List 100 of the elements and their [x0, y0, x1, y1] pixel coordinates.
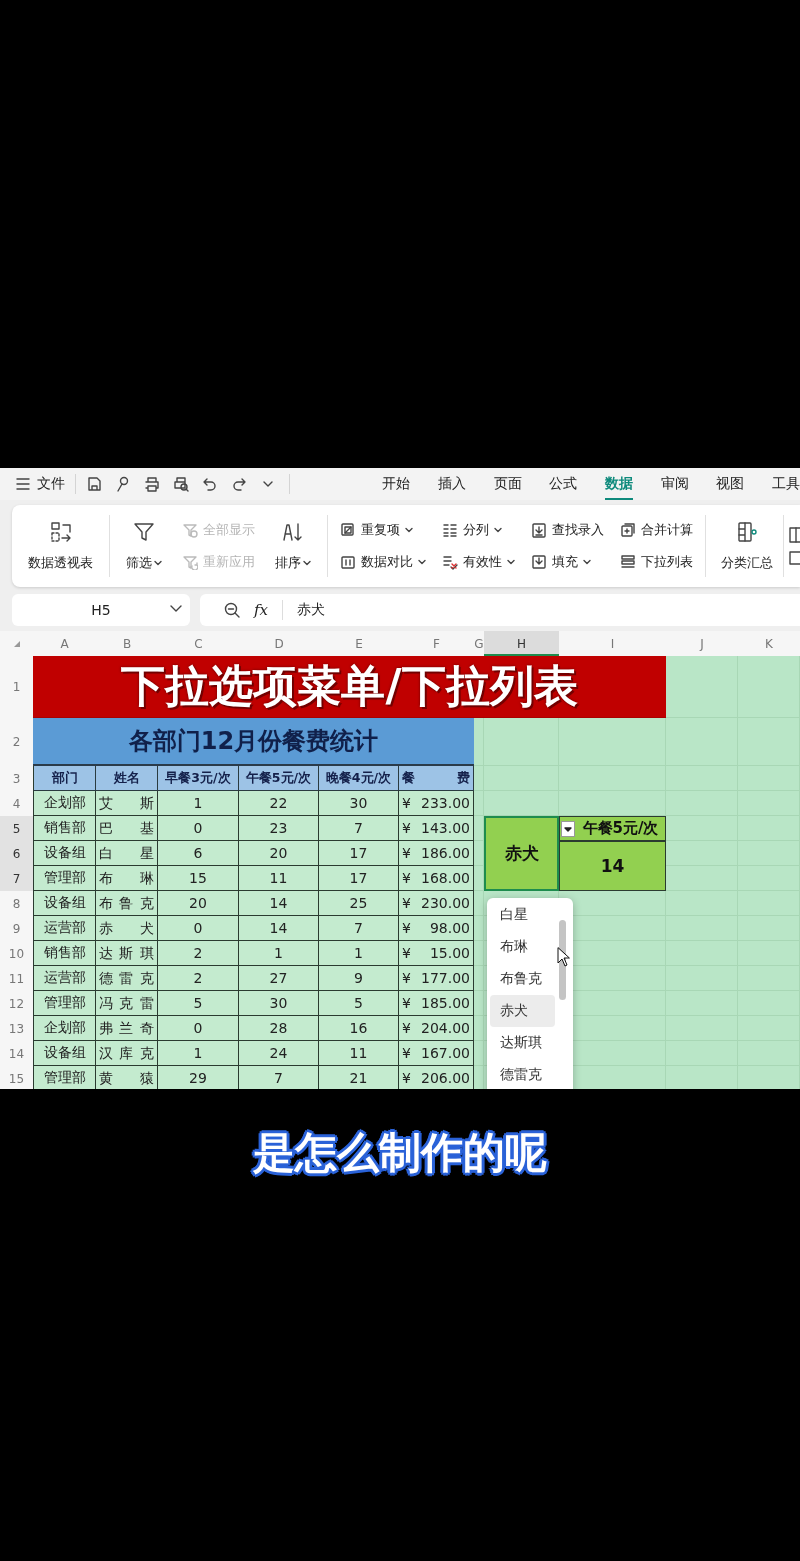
table-cell: 赤 犬 — [96, 916, 158, 941]
ribbon-button[interactable]: 分类汇总 — [713, 520, 782, 572]
table-cell: 达 斯 琪 — [96, 941, 158, 966]
ribbon-button[interactable]: 排序 — [266, 520, 319, 572]
ribbon-button[interactable]: 分列 — [437, 519, 519, 541]
table-cell: 德 雷 克 — [96, 966, 158, 991]
dropdown-option[interactable]: 达斯琪 — [490, 1027, 555, 1059]
column-heading: 午餐5元/次 — [239, 766, 319, 791]
ribbon-button[interactable]: 有效性 — [437, 551, 519, 573]
table-cell: 25 — [319, 891, 399, 916]
table-cell: 16 — [319, 1016, 399, 1041]
column-heading: 早餐3元/次 — [158, 766, 239, 791]
table-cell: 白 星 — [96, 841, 158, 866]
table-cell: 29 — [158, 1066, 239, 1089]
table-cell: 冯 克 雷 — [96, 991, 158, 1016]
table-cell: 14 — [239, 891, 319, 916]
video-caption: 是怎么制作的呢 — [253, 1127, 547, 1179]
table-cell: 7 — [319, 816, 399, 841]
table-cell: 设备组 — [33, 891, 96, 916]
sheet-title: 下拉选项菜单/下拉列表 — [33, 656, 666, 718]
table-cell: 0 — [158, 816, 239, 841]
menu-tab[interactable]: 审阅 — [660, 468, 689, 500]
table-cell: 运营部 — [33, 966, 96, 991]
ribbon-button[interactable]: 数据透视表 — [20, 520, 101, 572]
column-header[interactable]: H — [484, 631, 559, 656]
table-cell: 20 — [158, 891, 239, 916]
lookup-header: 午餐5元/次 — [559, 816, 666, 841]
table-cell: ¥ 167.00 — [399, 1041, 474, 1066]
table-cell: 0 — [158, 916, 239, 941]
menu-tab[interactable]: 页面 — [493, 468, 522, 500]
table-cell: 设备组 — [33, 841, 96, 866]
table-cell: 20 — [239, 841, 319, 866]
ribbon-button[interactable]: 下拉列表 — [615, 551, 697, 573]
table-cell: 21 — [319, 1066, 399, 1089]
table-cell: ¥ 233.00 — [399, 791, 474, 816]
menu-tab[interactable]: 插入 — [437, 468, 466, 500]
file-menu[interactable]: 文件 — [37, 475, 65, 493]
table-cell: 布 鲁 克 — [96, 891, 158, 916]
table-cell: 11 — [319, 1041, 399, 1066]
table-cell: 30 — [319, 791, 399, 816]
table-cell: 1 — [319, 941, 399, 966]
table-cell: 企划部 — [33, 791, 96, 816]
column-heading: 餐 费 — [399, 766, 474, 791]
table-cell: 27 — [239, 966, 319, 991]
table-cell: 企划部 — [33, 1016, 96, 1041]
formula-value: 赤犬 — [297, 601, 325, 619]
dropdown-option[interactable]: 白星 — [490, 899, 555, 931]
table-cell: 7 — [239, 1066, 319, 1089]
ribbon-button[interactable]: 数据对比 — [335, 551, 430, 573]
function-label[interactable]: fx — [254, 601, 268, 619]
ribbon-button[interactable]: 筛选 — [117, 520, 170, 572]
menu-tab[interactable]: 数据 — [604, 468, 633, 500]
table-subtitle: 各部门12月份餐费统计 — [33, 718, 474, 766]
row-header[interactable]: 6 — [0, 841, 33, 866]
table-cell: 黄 猿 — [96, 1066, 158, 1089]
table-cell: 运营部 — [33, 916, 96, 941]
row-header[interactable]: 5 — [0, 816, 33, 841]
table-cell: 1 — [158, 791, 239, 816]
table-cell: 15 — [158, 866, 239, 891]
dropdown-option[interactable]: 赤犬 — [490, 995, 555, 1027]
table-cell: 弗 兰 奇 — [96, 1016, 158, 1041]
name-box[interactable]: H5 — [12, 594, 190, 626]
row-header[interactable]: 7 — [0, 866, 33, 891]
table-cell: ¥ 186.00 — [399, 841, 474, 866]
table-cell: 1 — [239, 941, 319, 966]
table-cell: 22 — [239, 791, 319, 816]
table-cell: ¥ 177.00 — [399, 966, 474, 991]
table-cell: 管理部 — [33, 866, 96, 891]
table-cell: 巴 基 — [96, 816, 158, 841]
ribbon-button[interactable]: 合并计算 — [615, 519, 697, 541]
column-heading: 晚餐4元/次 — [319, 766, 399, 791]
formula-field[interactable]: fx 赤犬 — [200, 594, 800, 626]
ribbon-button[interactable]: 查找录入 — [526, 519, 608, 541]
table-cell: 17 — [319, 841, 399, 866]
menu-tab[interactable]: 公式 — [549, 468, 578, 500]
dropdown-option[interactable]: 布琳 — [490, 931, 555, 963]
table-cell: ¥ 15.00 — [399, 941, 474, 966]
menu-tab[interactable]: 工具 — [772, 468, 800, 500]
table-cell: 5 — [319, 991, 399, 1016]
table-cell: 6 — [158, 841, 239, 866]
table-cell: 11 — [239, 866, 319, 891]
table-cell: ¥ 143.00 — [399, 816, 474, 841]
table-cell: 7 — [319, 916, 399, 941]
table-cell: 17 — [319, 866, 399, 891]
table-cell: ¥ 230.00 — [399, 891, 474, 916]
table-cell: 9 — [319, 966, 399, 991]
ribbon-button[interactable]: 填充 — [526, 551, 608, 573]
table-cell: 销售部 — [33, 941, 96, 966]
dropdown-option[interactable]: 布鲁克 — [490, 963, 555, 995]
table-cell: ¥ 185.00 — [399, 991, 474, 1016]
table-cell: 管理部 — [33, 991, 96, 1016]
table-cell: 30 — [239, 991, 319, 1016]
menu-tab[interactable]: 视图 — [716, 468, 745, 500]
table-cell: ¥ 98.00 — [399, 916, 474, 941]
dropdown-option[interactable]: 德雷克 — [490, 1059, 555, 1089]
table-cell: 0 — [158, 1016, 239, 1041]
selected-cell[interactable]: 赤犬 — [484, 816, 559, 891]
lookup-result: 14 — [559, 841, 666, 891]
ribbon-button[interactable]: 重复项 — [335, 519, 430, 541]
menu-tab[interactable]: 开始 — [382, 468, 411, 500]
